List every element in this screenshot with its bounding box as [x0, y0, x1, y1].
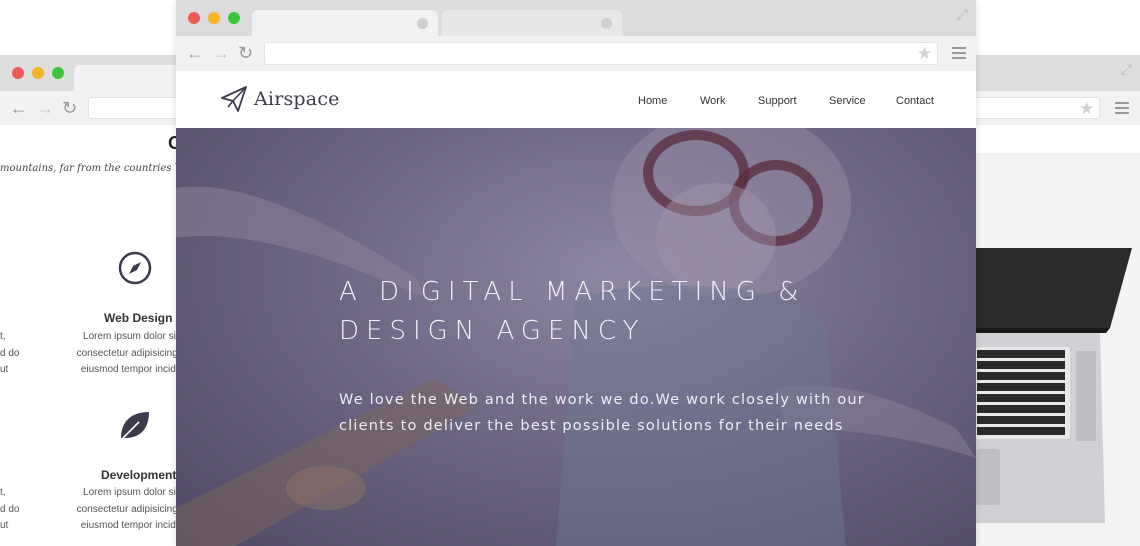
browser-tab-active[interactable] — [252, 10, 438, 36]
hero-paragraph-line: clients to deliver the best possible sol… — [339, 418, 844, 434]
menu-icon[interactable] — [952, 47, 966, 59]
frag-line: ut — [0, 520, 9, 531]
browser-tab-inactive[interactable] — [442, 10, 622, 36]
left-column-fragment: t, d do ut — [0, 329, 19, 379]
fullscreen-icon[interactable]: ⤢ — [957, 6, 968, 23]
minimize-window-button[interactable] — [32, 67, 44, 79]
frag-line: ut — [0, 364, 9, 375]
minimize-window-button[interactable] — [208, 12, 220, 24]
forward-arrow-icon[interactable]: → — [36, 99, 54, 117]
back-arrow-icon[interactable]: ← — [186, 44, 204, 62]
logo-text: Airspace — [254, 88, 340, 110]
window-controls — [188, 12, 240, 24]
frag-line: t, — [0, 487, 6, 498]
nav-item-service[interactable]: Service — [829, 95, 866, 107]
bookmark-star-icon[interactable]: ★ — [917, 45, 932, 62]
service-title-web-design: Web Design — [104, 311, 173, 325]
fullscreen-icon[interactable]: ⤢ — [1121, 61, 1132, 78]
frag-line: d do — [0, 347, 20, 359]
back-arrow-icon[interactable]: ← — [10, 99, 28, 117]
tab-bar: ⤢ — [176, 0, 976, 36]
compass-icon — [118, 251, 152, 285]
hero-heading-line: DESIGN AGENCY — [339, 316, 646, 346]
service-title-development: Development — [101, 468, 177, 482]
reload-icon[interactable]: ↻ — [238, 44, 253, 62]
address-bar[interactable] — [264, 42, 938, 65]
leaf-icon — [120, 412, 149, 441]
site-header: Airspace Home Work Support Service Conta… — [176, 71, 976, 128]
front-browser-window: ⤢ ← → ↻ ★ Airspace Home Work Support Ser… — [176, 0, 976, 546]
nav-item-home[interactable]: Home — [638, 95, 667, 107]
frag-line: t, — [0, 331, 6, 342]
menu-icon[interactable] — [1115, 102, 1129, 114]
hero-heading-line: A DIGITAL MARKETING & — [339, 277, 806, 307]
window-controls — [12, 67, 64, 79]
frag-line: d do — [0, 503, 20, 515]
paper-plane-icon — [221, 86, 247, 112]
tab-close-icon[interactable] — [417, 18, 428, 29]
forward-arrow-icon[interactable]: → — [212, 44, 230, 62]
nav-item-support[interactable]: Support — [758, 95, 797, 107]
left-column-fragment: t, d do ut — [0, 485, 19, 535]
browser-toolbar: ← → ↻ ★ — [176, 36, 976, 71]
section-subtitle: mountains, far from the countries Vokal — [0, 163, 203, 174]
bookmark-star-icon[interactable]: ★ — [1079, 100, 1094, 117]
close-window-button[interactable] — [188, 12, 200, 24]
maximize-window-button[interactable] — [52, 67, 64, 79]
reload-icon[interactable]: ↻ — [62, 99, 77, 117]
maximize-window-button[interactable] — [228, 12, 240, 24]
hero-paragraph: We love the Web and the work we do.We wo… — [339, 387, 939, 439]
hero-section: A DIGITAL MARKETING & DESIGN AGENCY We l… — [176, 128, 976, 546]
nav-item-work[interactable]: Work — [700, 95, 725, 107]
site-logo[interactable]: Airspace — [220, 85, 340, 113]
close-window-button[interactable] — [12, 67, 24, 79]
hero-paragraph-line: We love the Web and the work we do.We wo… — [339, 392, 865, 408]
nav-item-contact[interactable]: Contact — [896, 95, 934, 107]
tab-close-icon[interactable] — [601, 18, 612, 29]
hero-heading: A DIGITAL MARKETING & DESIGN AGENCY — [339, 273, 899, 351]
